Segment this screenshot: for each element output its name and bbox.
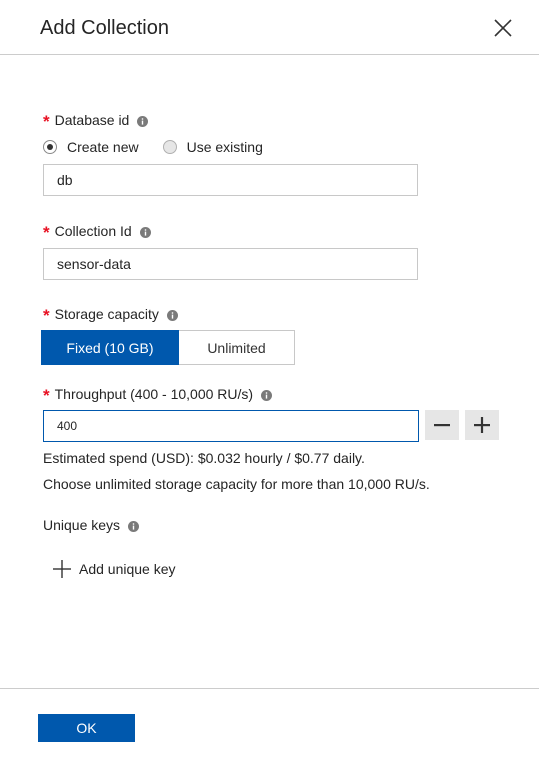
panel-header: Add Collection xyxy=(0,0,539,55)
info-icon[interactable] xyxy=(128,520,140,532)
storage-capacity-label: Storage capacity xyxy=(54,306,159,322)
use-existing-label[interactable]: Use existing xyxy=(187,139,263,155)
required-marker: * xyxy=(43,306,50,325)
collection-id-label-row: * Collection Id xyxy=(43,221,151,242)
add-icon xyxy=(53,560,71,578)
database-id-label: Database id xyxy=(54,112,130,128)
unique-keys-label-row: Unique keys xyxy=(43,517,140,533)
add-unique-key-button[interactable]: Add unique key xyxy=(53,560,176,578)
storage-capacity-label-row: * Storage capacity xyxy=(43,304,178,325)
estimated-spend-text: Estimated spend (USD): $0.032 hourly / $… xyxy=(43,450,365,466)
throughput-input[interactable] xyxy=(43,410,419,442)
panel-title: Add Collection xyxy=(40,17,169,39)
database-id-radio-group: Create new Use existing xyxy=(43,139,263,155)
footer-divider xyxy=(0,688,539,689)
throughput-decrement-button[interactable] xyxy=(425,410,459,440)
ok-button[interactable]: OK xyxy=(38,714,135,742)
create-new-radio[interactable] xyxy=(43,140,57,154)
throughput-increment-button[interactable] xyxy=(465,410,499,440)
throughput-label: Throughput (400 - 10,000 RU/s) xyxy=(54,386,254,402)
info-icon[interactable] xyxy=(139,226,151,238)
storage-unlimited-button[interactable]: Unlimited xyxy=(179,330,295,365)
database-id-label-row: * Database id xyxy=(43,110,149,131)
plus-icon xyxy=(474,417,490,433)
database-id-input[interactable] xyxy=(43,164,418,196)
create-new-label[interactable]: Create new xyxy=(67,139,139,155)
required-marker: * xyxy=(43,223,50,242)
add-unique-key-label: Add unique key xyxy=(79,561,176,577)
unique-keys-label: Unique keys xyxy=(43,517,121,533)
use-existing-radio[interactable] xyxy=(162,140,177,154)
info-icon[interactable] xyxy=(261,389,273,401)
close-button[interactable] xyxy=(488,13,520,45)
collection-id-input[interactable] xyxy=(43,248,418,280)
info-icon[interactable] xyxy=(166,309,178,321)
collection-id-label: Collection Id xyxy=(54,223,132,239)
required-marker: * xyxy=(43,386,50,405)
info-icon[interactable] xyxy=(137,115,149,127)
required-marker: * xyxy=(43,112,50,131)
throughput-label-row: * Throughput (400 - 10,000 RU/s) xyxy=(43,384,273,405)
storage-fixed-button[interactable]: Fixed (10 GB) xyxy=(41,330,179,365)
add-collection-panel: Add Collection * Database id Create new … xyxy=(0,0,539,763)
close-icon xyxy=(494,19,512,37)
unlimited-note-text: Choose unlimited storage capacity for mo… xyxy=(43,476,430,492)
minus-icon xyxy=(434,424,450,427)
